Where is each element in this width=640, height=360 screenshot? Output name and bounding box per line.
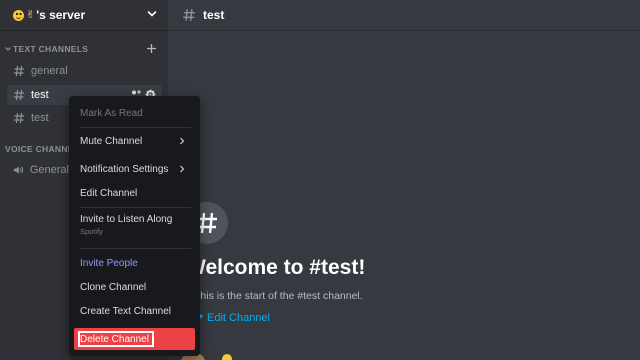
edit-channel-label: Edit Channel <box>207 312 270 324</box>
channel-title: test <box>203 8 225 22</box>
hash-icon <box>14 89 24 101</box>
menu-separator <box>79 127 191 128</box>
menu-item-label: Edit Channel <box>80 187 138 199</box>
category-text-channels[interactable]: TEXT CHANNELS <box>4 44 88 54</box>
welcome-subtitle: This is the start of the #test channel. <box>194 290 363 302</box>
menu-item-label: Mark As Read <box>80 107 143 119</box>
menu-item-edit-channel[interactable]: Edit Channel <box>75 182 194 204</box>
edit-channel-link[interactable]: Edit Channel <box>194 312 270 324</box>
menu-item-invite-to-listen-along[interactable]: Invite to Listen Along Spotify <box>75 210 194 240</box>
menu-item-notification-settings[interactable]: Notification Settings <box>75 158 194 180</box>
category-voice-channels[interactable]: VOICE CHANNELS <box>4 144 70 154</box>
channel-label: test <box>31 89 49 101</box>
category-label: TEXT CHANNELS <box>13 44 89 54</box>
sidebar-channel-general[interactable]: general <box>7 61 162 81</box>
menu-item-label: Invite to Listen Along <box>80 214 173 225</box>
menu-item-clone-channel[interactable]: Clone Channel <box>75 276 194 298</box>
category-label: VOICE CHANNELS <box>5 144 70 154</box>
hash-icon <box>14 65 24 77</box>
menu-item-mark-as-read[interactable]: Mark As Read <box>75 102 194 124</box>
smiley-emoji-icon <box>222 354 232 360</box>
channel-label: general <box>31 65 68 77</box>
server-header[interactable]: ✌ 's server <box>0 0 168 31</box>
server-name: 's server <box>36 8 86 22</box>
menu-item-label: Clone Channel <box>80 281 147 293</box>
chevron-right-icon <box>180 165 185 173</box>
plus-icon[interactable] <box>146 43 157 54</box>
channel-header: test <box>168 0 640 31</box>
menu-item-invite-people[interactable]: Invite People <box>75 252 194 274</box>
menu-item-create-text-channel[interactable]: Create Text Channel <box>75 300 194 322</box>
menu-item-label: Delete Channel <box>80 333 149 345</box>
chevron-down-icon <box>5 47 11 51</box>
menu-item-mute-channel[interactable]: Mute Channel <box>75 130 194 152</box>
menu-item-label: Mute Channel <box>80 135 143 147</box>
menu-item-delete-channel[interactable]: Delete Channel <box>74 328 195 350</box>
hash-icon <box>14 112 24 124</box>
channel-context-menu: Mark As Read Mute Channel Notification S… <box>69 96 200 356</box>
menu-item-label: Notification Settings <box>80 163 169 175</box>
menu-item-sublabel: Spotify <box>80 227 103 236</box>
speaker-icon <box>13 166 24 174</box>
menu-separator <box>79 207 191 208</box>
channel-label: test <box>31 112 49 124</box>
hash-icon <box>183 9 195 21</box>
discord-window: ✌ 's server TEXT CHANNELS general test t… <box>0 0 640 360</box>
victory-hand-emoji-icon: ✌ <box>26 8 36 21</box>
welcome-title: Welcome to #test! <box>186 256 366 279</box>
chevron-down-icon <box>147 11 157 17</box>
sidebar-voice-channel-general[interactable]: General <box>7 160 69 180</box>
smiley-emoji-icon <box>13 9 24 21</box>
menu-item-label: Invite People <box>80 257 138 269</box>
chevron-right-icon <box>180 137 185 145</box>
menu-separator <box>79 248 191 249</box>
menu-item-label: Create Text Channel <box>80 305 171 317</box>
channel-label: General <box>29 164 69 176</box>
